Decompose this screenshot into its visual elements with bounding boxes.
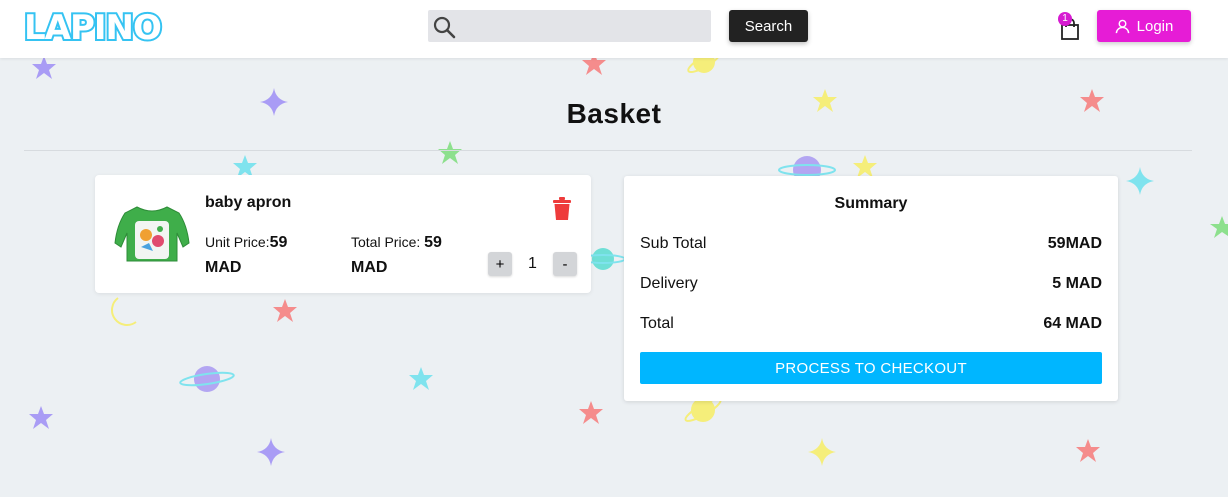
search-button[interactable]: Search xyxy=(729,10,808,42)
total-price-label: Total Price: xyxy=(351,234,421,250)
product-name[interactable]: baby apron xyxy=(205,194,291,212)
total-price: Total Price: 59 MAD xyxy=(351,230,471,280)
search-bar xyxy=(428,10,711,42)
star-icon xyxy=(1210,216,1228,238)
star-icon xyxy=(438,141,462,164)
top-navbar: LAPINO Search 1 Login xyxy=(0,0,1228,58)
total-row: Total 64 MAD xyxy=(640,313,1102,335)
login-label: Login xyxy=(1136,17,1174,35)
total-price-currency: MAD xyxy=(351,259,388,276)
unit-price-label: Unit Price: xyxy=(205,234,270,250)
title-divider xyxy=(24,150,1192,151)
unit-price: Unit Price:59 MAD xyxy=(205,230,325,280)
delete-item-button[interactable] xyxy=(551,197,573,221)
order-summary: Summary Sub Total 59MAD Delivery 5 MAD T… xyxy=(624,176,1118,401)
total-price-value: 59 xyxy=(424,234,442,251)
summary-title: Summary xyxy=(834,195,908,212)
decrease-quantity-button[interactable]: - xyxy=(553,252,577,276)
checkout-button[interactable]: PROCESS TO CHECKOUT xyxy=(640,352,1102,384)
subtotal-label: Sub Total xyxy=(640,235,707,252)
unit-price-value: 59 xyxy=(269,234,288,251)
cart-count-badge: 1 xyxy=(1058,12,1072,26)
sparkle-icon xyxy=(1126,167,1154,195)
page-title: Basket xyxy=(566,98,662,129)
unit-price-currency: MAD xyxy=(205,259,242,276)
product-image[interactable] xyxy=(113,203,191,265)
delivery-row: Delivery 5 MAD xyxy=(640,273,1102,295)
basket-item: baby apron Unit Price:59 MAD Total Price… xyxy=(95,175,591,293)
increase-quantity-button[interactable]: + xyxy=(488,252,512,276)
login-button[interactable]: Login xyxy=(1097,10,1191,42)
subtotal-row: Sub Total 59MAD xyxy=(640,233,1102,255)
total-label: Total xyxy=(640,315,674,332)
user-icon xyxy=(1115,19,1129,33)
svg-text:LAPINO: LAPINO xyxy=(24,8,161,46)
quantity-stepper: + 1 - xyxy=(488,252,577,276)
planet-icon xyxy=(179,366,235,392)
sparkle-icon xyxy=(808,438,836,466)
moon-icon xyxy=(111,297,137,326)
trash-icon xyxy=(553,197,571,220)
subtotal-value: 59MAD xyxy=(1047,235,1102,252)
total-value: 64 MAD xyxy=(1043,315,1102,332)
lapino-logo[interactable]: LAPINO xyxy=(22,6,178,51)
quantity-value: 1 xyxy=(528,255,537,272)
delivery-value: 5 MAD xyxy=(1052,275,1102,292)
search-icon[interactable] xyxy=(432,15,456,39)
search-input[interactable] xyxy=(464,10,704,42)
logo-icon: LAPINO xyxy=(22,6,164,50)
cart-button[interactable]: 1 xyxy=(1058,12,1084,42)
delivery-label: Delivery xyxy=(640,275,698,292)
